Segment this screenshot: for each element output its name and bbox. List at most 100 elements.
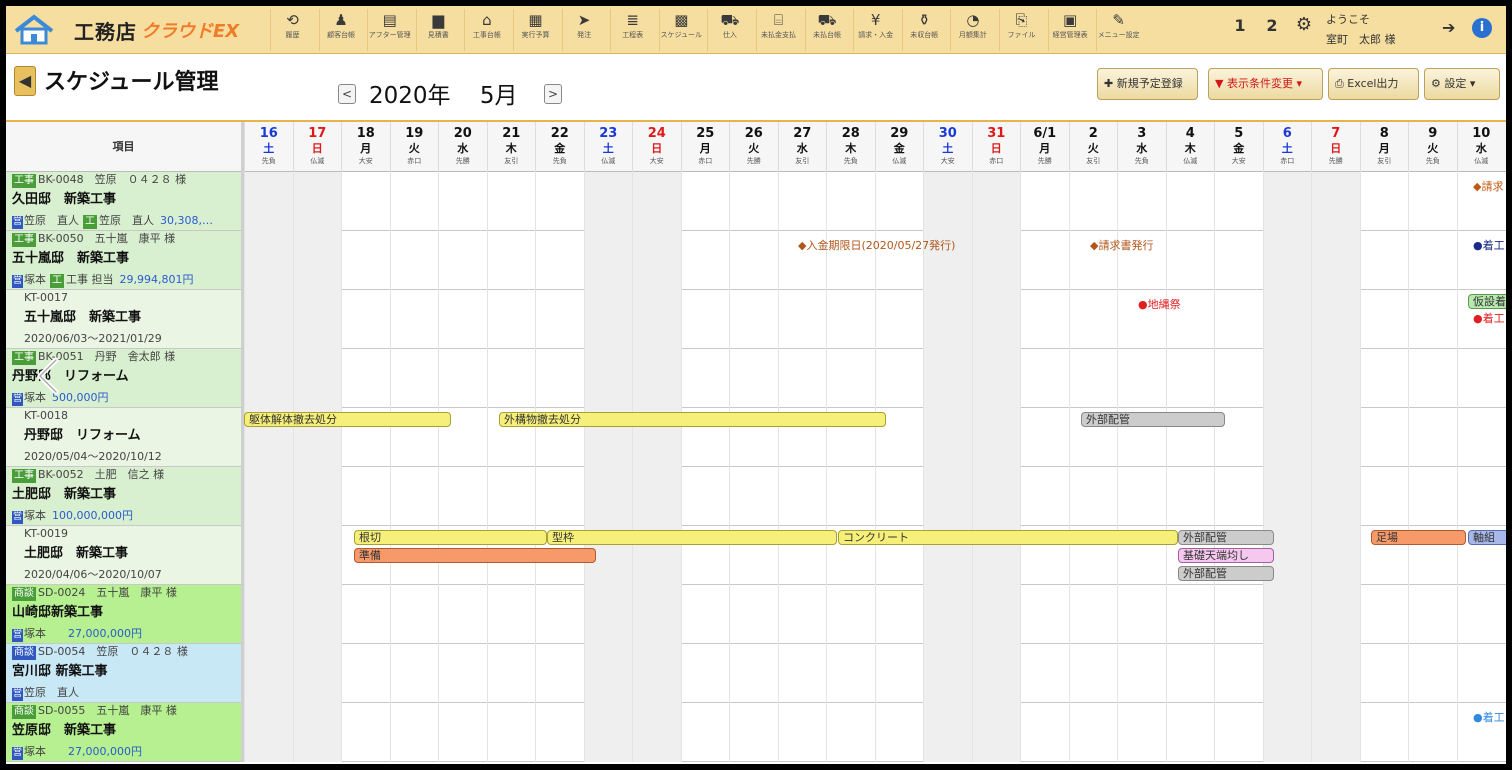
new-schedule-button[interactable]: ✚ 新規予定登録 [1097, 68, 1198, 100]
grid-line [1214, 290, 1215, 349]
schedule-task-bar[interactable]: 外部配管 [1178, 566, 1274, 581]
project-row-info[interactable]: 商談 SD-0054 笠原 ０４２８ 様宮川邸 新築工事営笠原 直人 [6, 644, 244, 703]
toolbar-button-customer[interactable]: ♟ 顧客台帳 [318, 9, 363, 51]
toolbar-button-budget[interactable]: ▦ 実行予算 [513, 9, 557, 51]
schedule-task-bar[interactable]: コンクリート [838, 530, 1178, 545]
toolbar-button-process-table[interactable]: ≣ 工程表 [610, 9, 654, 51]
project-name[interactable]: 土肥邸 新築工事 [12, 543, 241, 567]
schedule-event[interactable]: ◆入金期限日(2020/05/27発行) [798, 239, 955, 253]
excel-output-button[interactable]: ⎙ Excel出力 [1328, 68, 1419, 100]
grid-line [341, 467, 342, 526]
schedule-task-bar[interactable]: 根切 [354, 530, 547, 545]
logout-icon[interactable]: ➔ [1442, 18, 1455, 37]
project-name[interactable]: 宮川邸 新築工事 [12, 661, 241, 685]
header-number-1[interactable]: 1 [1228, 16, 1252, 35]
schedule-task-bar[interactable]: 外構物撤去処分 [499, 412, 886, 427]
app-logo[interactable]: 工務店 クラウドEX [12, 12, 264, 48]
chevron-left-icon[interactable] [30, 356, 70, 396]
display-filter-button[interactable]: ▼ 表示条件変更 ▾ [1208, 68, 1323, 100]
page-header: ◀ スケジュール管理 < 2020年 5月 > ✚ 新規予定登録 ▼ 表示条件変更… [6, 54, 1506, 122]
prev-month-button[interactable]: < [338, 84, 356, 104]
grid-line [1165, 349, 1167, 408]
toolbar-button-file[interactable]: ⎘ ファイル [999, 9, 1043, 51]
toolbar-button-unpaid-ledger[interactable]: ⛟ 未払台帳 [804, 9, 849, 51]
schedule-task-bar[interactable]: 軸組 [1468, 530, 1506, 545]
toolbar-button-schedule[interactable]: ▩ スケジュール [658, 9, 703, 51]
project-period: 2020/04/06～2020/10/07 [24, 568, 162, 581]
contract-amount: 29,994,801円 [119, 273, 194, 286]
grid-line [1262, 172, 1264, 231]
toolbar-button-monthly[interactable]: ◔ 月額集計 [950, 9, 994, 51]
schedule-row-grid[interactable] [244, 644, 1506, 703]
toolbar-button-business[interactable]: ▣ 経営管理表 [1047, 9, 1092, 51]
project-row-info[interactable]: KT-0019 土肥邸 新築工事 2020/04/06～2020/10/07 [6, 526, 244, 585]
toolbar-button-history[interactable]: ⟲ 履歴 [270, 9, 314, 51]
grid-line [632, 349, 633, 408]
schedule-row-grid[interactable] [244, 290, 1506, 349]
project-row-info[interactable]: 工事 BK-0048 笠原 ０４２８ 様久田邸 新築工事営笠原 直人工笠原 直人 3… [6, 172, 244, 231]
schedule-row-grid[interactable] [244, 467, 1506, 526]
weekend-column [583, 467, 632, 526]
toolbar-button-unpaid[interactable]: ⌸ 未払金支払 [756, 9, 800, 51]
schedule-task-bar[interactable]: 足場 [1371, 530, 1466, 545]
project-row-info[interactable]: 商談 SD-0024 五十嵐 康平 様山崎邸新築工事営塚本 27,000,000円 [6, 585, 244, 644]
schedule-event[interactable]: ●着工 [1473, 239, 1505, 253]
project-name[interactable]: 土肥邸 新築工事 [12, 484, 241, 508]
schedule-row-grid[interactable] [244, 585, 1506, 644]
schedule-event[interactable]: ●着工 [1473, 312, 1505, 326]
project-name[interactable]: 山崎邸新築工事 [12, 602, 241, 626]
toolbar-button-estimate[interactable]: ▆ 見積書 [415, 9, 460, 51]
project-row-info[interactable]: 工事 BK-0050 五十嵐 康平 様五十嵐邸 新築工事営塚本工工事 担当 29,9… [6, 231, 244, 290]
info-icon[interactable]: i [1472, 18, 1492, 38]
header-number-2[interactable]: 2 [1260, 16, 1284, 35]
day-weekday: 日 [651, 142, 663, 155]
grid-line [438, 290, 439, 349]
schedule-event[interactable]: ◆請求 [1473, 180, 1503, 194]
project-name[interactable]: 丹野邸 リフォーム [12, 425, 241, 449]
schedule-row-grid[interactable] [244, 172, 1506, 231]
gear-icon[interactable]: ⚙ [1292, 14, 1316, 35]
grid-line [971, 408, 973, 467]
toolbar-button-menu-settings[interactable]: ✎ メニュー設定 [1096, 9, 1140, 51]
back-button[interactable]: ◀ [14, 66, 36, 96]
schedule-task-bar[interactable]: 外部配管 [1081, 412, 1225, 427]
grid-line [1311, 467, 1312, 526]
schedule-task-bar[interactable]: 型枠 [547, 530, 837, 545]
grid-line [826, 703, 827, 762]
toolbar-button-purchase[interactable]: ⛟ 仕入 [707, 9, 751, 51]
grid-line [826, 467, 827, 526]
project-name[interactable]: 笠原邸 新築工事 [12, 720, 241, 744]
project-name[interactable]: 五十嵐邸 新築工事 [12, 248, 241, 272]
schedule-task-bar[interactable]: 仮設着 [1468, 294, 1506, 309]
project-name[interactable]: 久田邸 新築工事 [12, 189, 241, 213]
toolbar-button-order[interactable]: ➤ 発注 [561, 9, 606, 51]
schedule-row-grid[interactable] [244, 349, 1506, 408]
project-row-info[interactable]: 商談 SD-0055 五十嵐 康平 様笠原邸 新築工事営塚本 27,000,000円 [6, 703, 244, 762]
schedule-task-bar[interactable]: 基礎天端均し [1178, 548, 1274, 563]
grid-line [1408, 231, 1409, 290]
schedule-task-bar[interactable]: 外部配管 [1178, 530, 1274, 545]
schedule-task-bar[interactable]: 躯体解体撤去処分 [244, 412, 451, 427]
schedule-task-bar[interactable]: 準備 [354, 548, 596, 563]
next-month-button[interactable]: > [544, 84, 562, 104]
schedule-row-grid[interactable] [244, 703, 1506, 762]
grid-line [1262, 290, 1264, 349]
project-row-info[interactable]: 工事 BK-0052 土肥 信之 様土肥邸 新築工事営塚本 100,000,000円 [6, 467, 244, 526]
day-rokuyo: 先負 [552, 157, 567, 165]
grid-line [1311, 644, 1312, 703]
schedule-event[interactable]: ●地縄祭 [1138, 298, 1181, 312]
schedule-event[interactable]: ●着工 [1473, 711, 1505, 725]
project-type-badge: 商談 [12, 646, 36, 660]
toolbar-button-construction-ledger[interactable]: ⌂ 工事台帳 [464, 9, 508, 51]
weekend-column [1262, 467, 1311, 526]
schedule-event[interactable]: ◆請求書発行 [1090, 239, 1153, 253]
settings-button[interactable]: ⚙ 設定 ▾ [1424, 68, 1500, 100]
toolbar-button-after-care[interactable]: ▤ アフター管理 [367, 9, 411, 51]
toolbar-button-invoice[interactable]: ¥ 請求・入金 [853, 9, 897, 51]
project-name[interactable]: 五十嵐邸 新築工事 [12, 307, 241, 331]
grid-line [1359, 467, 1361, 526]
grid-line [486, 644, 488, 703]
toolbar-button-receivable[interactable]: ⚱ 未収台帳 [901, 9, 946, 51]
project-row-info[interactable]: KT-0017 五十嵐邸 新築工事 2020/06/03～2021/01/29 [6, 290, 244, 349]
project-row-info[interactable]: KT-0018 丹野邸 リフォーム 2020/05/04～2020/10/12 [6, 408, 244, 467]
